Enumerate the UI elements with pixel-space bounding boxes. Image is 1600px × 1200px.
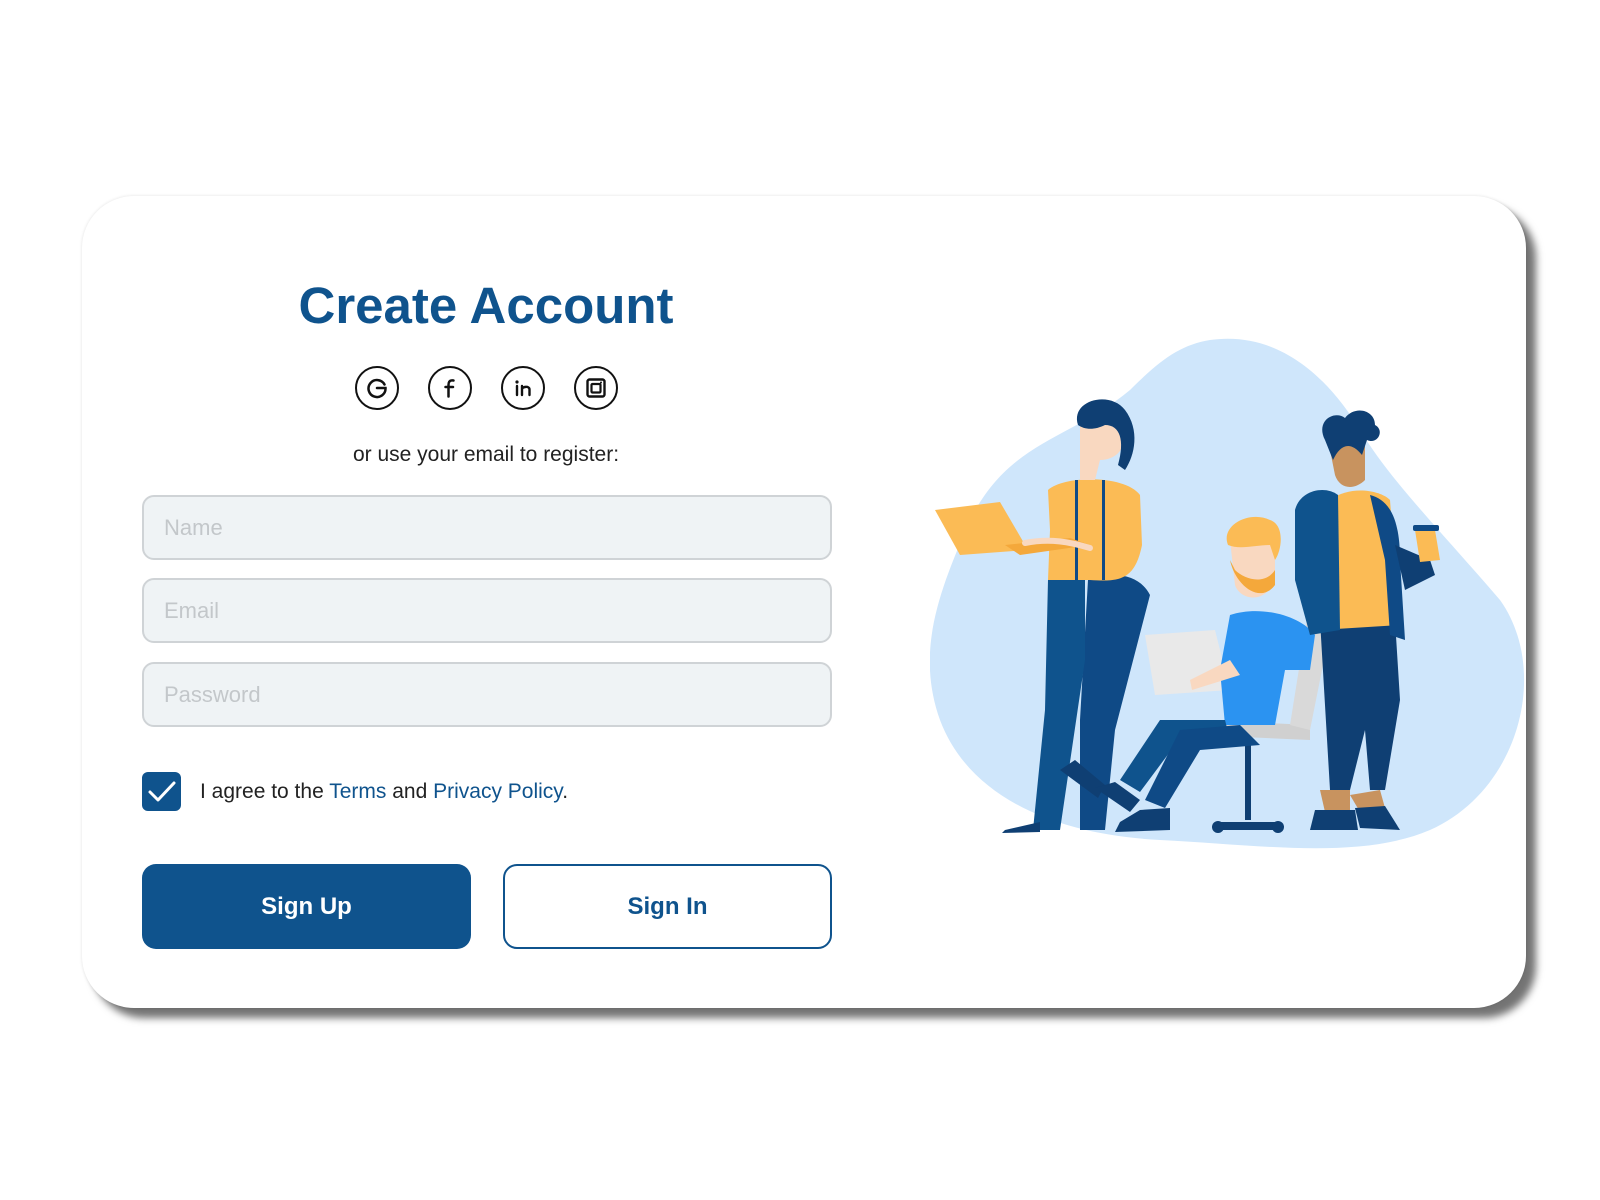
page-title: Create Account bbox=[298, 277, 674, 334]
google-icon bbox=[367, 378, 387, 399]
background-blob bbox=[930, 338, 1525, 849]
sign-in-button[interactable]: Sign In bbox=[503, 864, 832, 949]
linkedin-login-button[interactable] bbox=[501, 366, 545, 410]
google-login-button[interactable] bbox=[355, 366, 399, 410]
linkedin-icon bbox=[515, 380, 531, 397]
facebook-login-button[interactable] bbox=[428, 366, 472, 410]
terms-link[interactable]: Terms bbox=[329, 780, 386, 803]
name-input[interactable] bbox=[142, 495, 832, 560]
agree-and: and bbox=[386, 780, 434, 803]
terms-agreement-text: I agree to the Terms and Privacy Policy. bbox=[200, 780, 568, 804]
instagram-icon bbox=[586, 378, 606, 398]
privacy-policy-link[interactable]: Privacy Policy bbox=[433, 780, 562, 803]
checkmark-icon bbox=[148, 781, 175, 801]
instagram-login-button[interactable] bbox=[574, 366, 618, 410]
email-register-hint: or use your email to register: bbox=[352, 443, 620, 466]
social-login-row bbox=[355, 366, 618, 410]
sign-up-button[interactable]: Sign Up bbox=[142, 864, 471, 949]
facebook-icon bbox=[444, 379, 455, 398]
password-input[interactable] bbox=[142, 662, 832, 727]
agree-suffix: . bbox=[562, 780, 569, 803]
agree-prefix: I agree to the bbox=[200, 780, 330, 803]
team-illustration bbox=[930, 338, 1525, 849]
terms-checkbox[interactable] bbox=[142, 772, 181, 811]
email-input[interactable] bbox=[142, 578, 832, 643]
